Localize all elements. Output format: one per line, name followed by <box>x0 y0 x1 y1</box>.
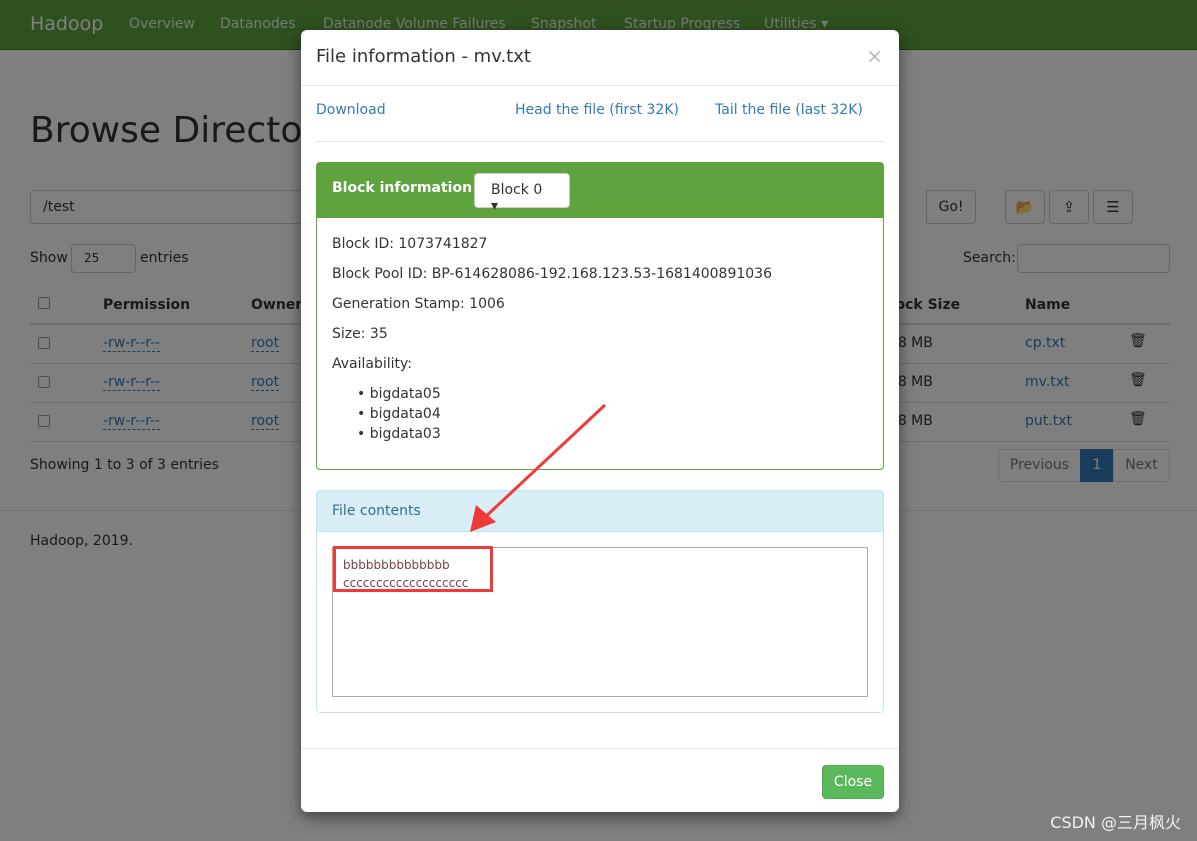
watermark: CSDN @三月枫火 <box>1050 813 1181 832</box>
annotation-arrow <box>470 403 607 532</box>
